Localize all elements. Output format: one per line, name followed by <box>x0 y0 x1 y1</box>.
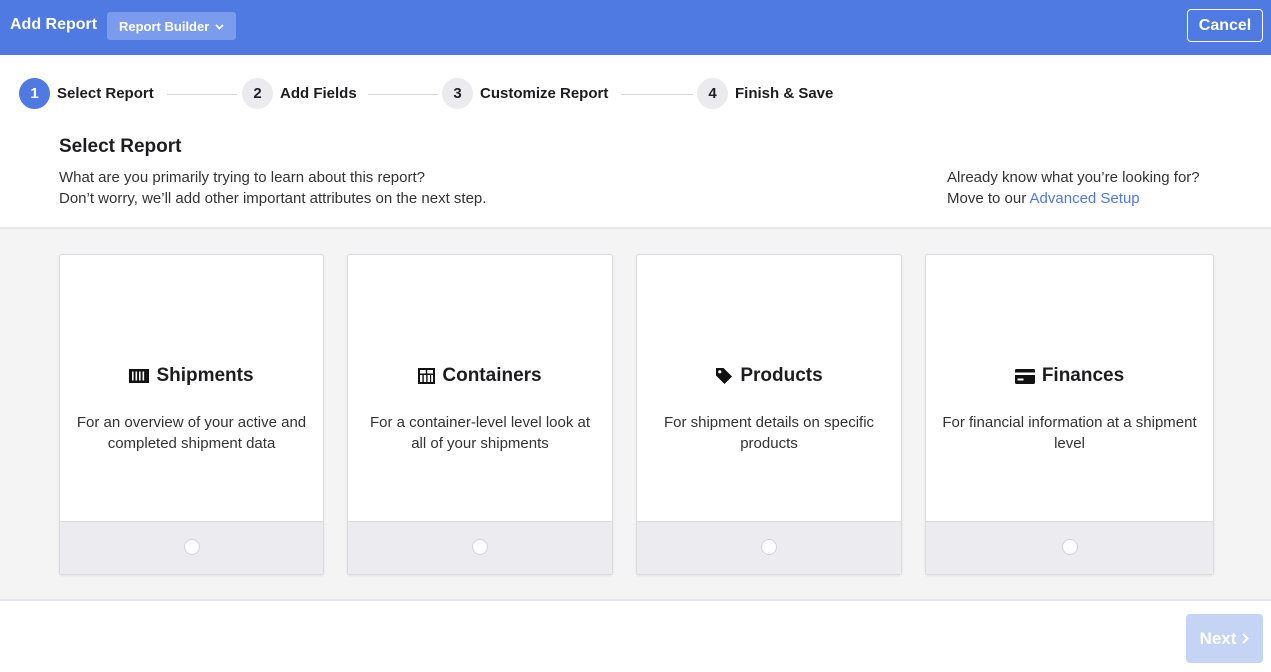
step-label: Finish & Save <box>735 85 834 102</box>
step-label: Select Report <box>57 85 154 102</box>
step-customize-report[interactable]: 3 Customize Report <box>442 78 608 109</box>
intro-text: What are you primarily trying to learn a… <box>59 167 486 209</box>
step-number: 4 <box>697 78 728 109</box>
top-bar: Add Report Report Builder Cancel <box>0 0 1271 55</box>
card-title-label: Products <box>740 365 823 386</box>
intro-line: What are you primarily trying to learn a… <box>59 169 425 186</box>
barcode-icon <box>129 369 150 383</box>
report-builder-label: Report Builder <box>119 18 210 34</box>
card-description: For shipment details on specific product… <box>663 414 875 452</box>
advanced-setup-hint: Already know what you’re looking for? Mo… <box>947 167 1200 209</box>
card-footer <box>637 521 901 574</box>
step-connector <box>368 94 438 95</box>
section-title: Select Report <box>59 136 182 157</box>
advanced-hint-line: Already know what you’re looking for? <box>947 169 1200 186</box>
card-finances[interactable]: Finances For financial information at a … <box>925 254 1214 575</box>
card-radio[interactable] <box>183 539 200 555</box>
chevron-right-icon <box>1242 629 1250 649</box>
intro-line: Don’t worry, we’ll add other important a… <box>59 190 487 207</box>
card-title-label: Shipments <box>156 365 254 386</box>
step-label: Customize Report <box>480 85 609 102</box>
card-footer <box>926 521 1213 574</box>
card-products[interactable]: Products For shipment details on specifi… <box>636 254 902 575</box>
card-footer <box>60 521 323 574</box>
next-button[interactable]: Next <box>1186 614 1263 663</box>
card-radio[interactable] <box>472 539 488 555</box>
card-title: Products <box>637 365 901 387</box>
card-title-label: Containers <box>442 365 542 386</box>
step-connector <box>621 94 693 95</box>
advanced-prefix: Move to our <box>947 190 1030 207</box>
step-add-fields[interactable]: 2 Add Fields <box>242 78 357 109</box>
step-select-report[interactable]: 1 Select Report <box>19 78 154 109</box>
card-radio[interactable] <box>1061 539 1078 555</box>
card-title-label: Finances <box>1041 365 1125 386</box>
step-number: 2 <box>242 78 273 109</box>
cancel-button[interactable]: Cancel <box>1187 9 1263 42</box>
card-title: Finances <box>926 365 1213 387</box>
card-title: Shipments <box>60 365 323 387</box>
report-builder-dropdown[interactable]: Report Builder <box>107 12 237 40</box>
card-description: For financial information at a shipment … <box>942 414 1197 452</box>
card-containers[interactable]: Containers For a container-level level l… <box>347 254 613 575</box>
advanced-setup-link[interactable]: Advanced Setup <box>1030 190 1140 207</box>
advanced-hint-line: Move to our Advanced Setup <box>947 188 1200 209</box>
step-number: 1 <box>19 78 50 109</box>
container-icon <box>418 368 436 384</box>
page-title: Add Report <box>10 16 98 33</box>
card-footer <box>348 521 612 574</box>
credit-card-icon <box>1014 368 1035 384</box>
step-connector <box>167 94 237 95</box>
card-title: Containers <box>348 365 612 387</box>
chevron-down-icon <box>215 22 224 32</box>
step-finish-save[interactable]: 4 Finish & Save <box>697 78 833 109</box>
card-description: For an overview of your active and compl… <box>76 414 307 452</box>
card-shipments[interactable]: Shipments For an overview of your active… <box>59 254 324 575</box>
step-label: Add Fields <box>280 85 357 102</box>
card-description: For a container-level level look at all … <box>369 414 591 452</box>
tag-icon <box>715 367 733 385</box>
step-number: 3 <box>442 78 473 109</box>
next-label: Next <box>1199 628 1237 648</box>
card-radio[interactable] <box>761 539 777 555</box>
